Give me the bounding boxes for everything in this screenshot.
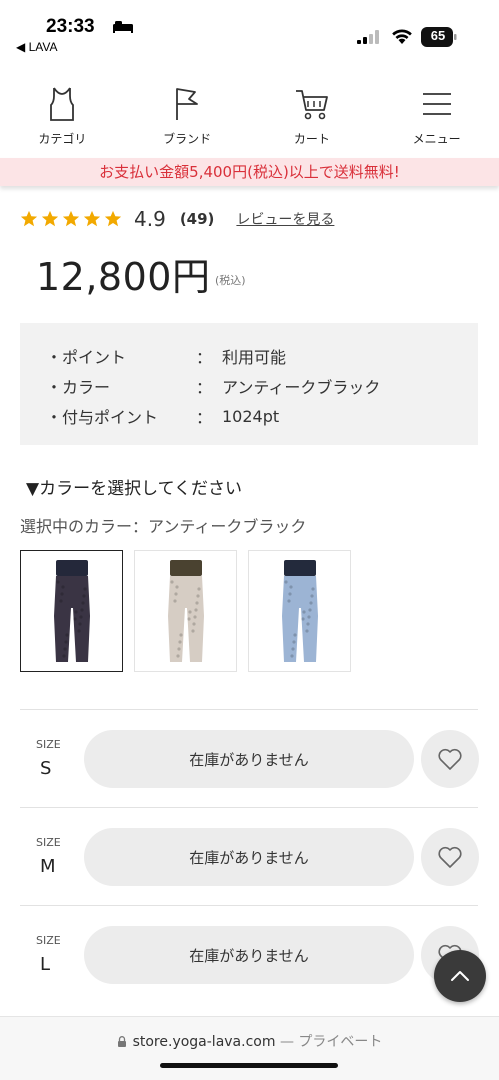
leggings-image [167, 560, 204, 662]
info-separator: ： [196, 408, 213, 427]
size-row: SIZE M 在庫がありません [20, 807, 479, 905]
heart-icon [438, 846, 462, 868]
out-of-stock-button[interactable]: 在庫がありません [84, 926, 414, 984]
selected-color-label: 選択中のカラー：アンティークブラック [20, 517, 307, 536]
url-domain: store.yoga-lava.com [132, 1034, 276, 1050]
size-value: S [40, 758, 52, 779]
nav-label-category: カテゴリ [38, 132, 87, 146]
star-icon [20, 210, 38, 227]
wifi-icon [392, 29, 412, 44]
favorite-button[interactable] [421, 730, 479, 788]
hamburger-menu-icon [422, 93, 451, 115]
chevron-up-icon [451, 971, 469, 981]
nav-label-menu: メニュー [412, 132, 461, 146]
nav-label-brand: ブランド [163, 132, 212, 146]
color-select-heading: ▼カラーを選択してください [26, 479, 243, 499]
rating-score: 4.9 [134, 207, 166, 231]
size-caption: SIZE [36, 738, 61, 751]
info-value: 1024pt [222, 406, 280, 426]
color-swatch[interactable] [134, 550, 237, 672]
top-navigation: カテゴリ ブランド カート メニュー [0, 86, 499, 152]
sleep-focus-icon [113, 21, 133, 33]
info-key: ・付与ポイント [46, 408, 159, 427]
heart-icon [438, 748, 462, 770]
review-count: (49) [179, 210, 215, 228]
leggings-image [281, 560, 318, 662]
battery-level: 65 [430, 28, 446, 43]
size-value: M [40, 856, 56, 877]
color-swatch[interactable] [20, 550, 123, 672]
browser-address-bar[interactable]: store.yoga-lava.com — プライベート [0, 1016, 499, 1080]
info-row-points: ・ポイント ： 利用可能 [46, 341, 478, 371]
nav-item-category[interactable]: カテゴリ [0, 86, 125, 152]
favorite-button[interactable] [421, 828, 479, 886]
home-indicator [160, 1063, 338, 1068]
info-key: ・カラー [46, 378, 111, 397]
tax-included-label: (税込) [215, 274, 246, 287]
tank-top-icon [50, 87, 75, 121]
star-rating [20, 210, 122, 228]
star-icon [104, 210, 122, 227]
scroll-to-top-button[interactable] [434, 950, 486, 1002]
size-caption: SIZE [36, 836, 61, 849]
nav-item-brand[interactable]: ブランド [125, 86, 250, 152]
status-time: 23:33 [46, 16, 95, 37]
view-reviews-link[interactable]: レビューを見る [236, 209, 334, 229]
out-of-stock-button[interactable]: 在庫がありません [84, 730, 414, 788]
star-icon [62, 210, 80, 227]
info-row-earned-points: ・付与ポイント ： 1024pt [46, 401, 478, 431]
nav-label-cart: カート [293, 132, 330, 146]
size-caption: SIZE [36, 934, 61, 947]
product-info-box: ・ポイント ： 利用可能 ・カラー ： アンティークブラック ・付与ポイント ：… [20, 323, 478, 445]
star-icon [41, 210, 59, 227]
info-separator: ： [196, 348, 213, 367]
back-to-app-link[interactable]: ◀ LAVA [16, 40, 57, 54]
lock-icon [117, 1036, 126, 1047]
rating-row: 4.9 (49) レビューを見る [20, 205, 334, 233]
nav-item-menu[interactable]: メニュー [374, 86, 499, 152]
free-shipping-banner: お支払い金額5,400円(税込)以上で送料無料! [0, 158, 499, 186]
star-icon [83, 210, 101, 227]
info-value: 利用可能 [222, 348, 287, 367]
cart-icon [295, 90, 328, 120]
leggings-image [53, 560, 90, 662]
cellular-signal-icon [357, 30, 379, 44]
color-swatch[interactable] [248, 550, 351, 672]
out-of-stock-button[interactable]: 在庫がありません [84, 828, 414, 886]
size-row: SIZE L 在庫がありません [20, 905, 479, 1003]
size-row: SIZE S 在庫がありません [20, 709, 479, 807]
info-row-color: ・カラー ： アンティークブラック [46, 371, 478, 401]
private-mode-label: — プライベート [275, 1034, 383, 1050]
product-price: 12,800円 [36, 255, 211, 299]
url-display[interactable]: store.yoga-lava.com — プライベート [0, 1031, 499, 1051]
size-list: SIZE S 在庫がありません SIZE M 在庫がありません SIZE L 在… [20, 709, 479, 1003]
color-swatch-list [20, 550, 351, 672]
flag-icon [176, 88, 199, 120]
info-value: アンティークブラック [222, 378, 381, 397]
nav-item-cart[interactable]: カート [250, 86, 375, 152]
info-separator: ： [196, 378, 213, 397]
info-key: ・ポイント [46, 348, 127, 367]
size-value: L [40, 954, 51, 975]
status-bar: 23:33 ◀ LAVA 65 [0, 0, 499, 58]
